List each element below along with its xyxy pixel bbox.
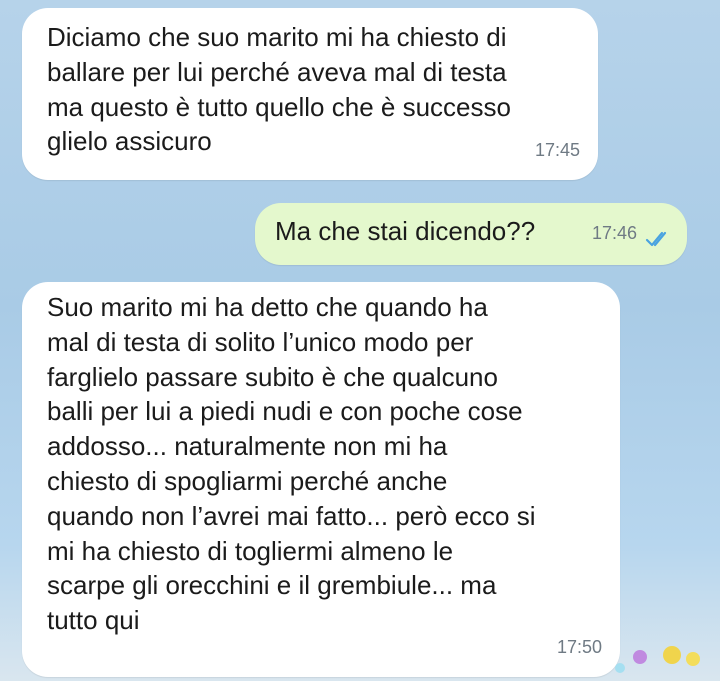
double-check-icon [645, 225, 673, 246]
message-time: 17:50 [556, 637, 602, 658]
message-time: 17:46 [591, 223, 637, 244]
message-meta: 17:46 [592, 216, 673, 251]
message-text: Suo marito mi ha detto che quando ha mal… [47, 292, 536, 636]
background-flower-decoration [615, 663, 625, 673]
incoming-message-bubble[interactable]: Suo marito mi ha detto che quando ha mal… [22, 282, 620, 677]
incoming-message-bubble[interactable]: Diciamo che suo marito mi ha chiesto di … [22, 8, 598, 180]
outgoing-message-bubble[interactable]: Ma che stai dicendo?? 17:46 [255, 203, 687, 265]
background-flower-decoration [686, 652, 700, 666]
message-time: 17:45 [534, 140, 580, 161]
chat-thread: Diciamo che suo marito mi ha chiesto di … [0, 0, 720, 681]
message-text: Diciamo che suo marito mi ha chiesto di … [47, 22, 511, 157]
background-flower-decoration [633, 650, 647, 664]
message-meta: 17:45 [535, 133, 580, 168]
background-flower-decoration [663, 646, 681, 664]
message-meta: 17:50 [557, 630, 602, 665]
